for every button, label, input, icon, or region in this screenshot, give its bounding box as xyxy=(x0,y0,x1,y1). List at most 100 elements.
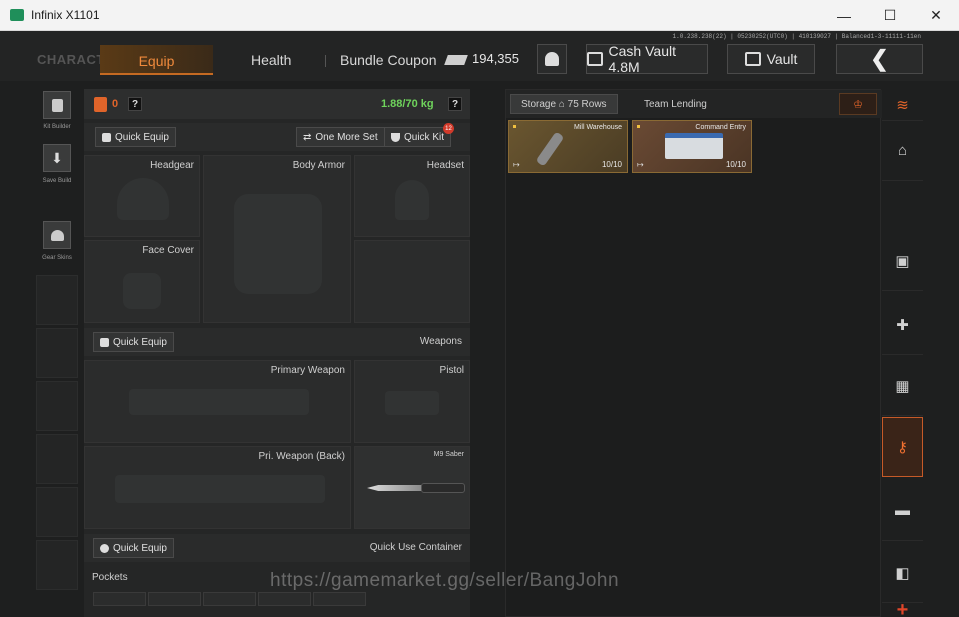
armor-silhouette xyxy=(234,194,322,294)
pocket-slot[interactable] xyxy=(313,592,366,606)
home-icon: ⌂ xyxy=(897,142,908,159)
empty-gear-slot[interactable] xyxy=(354,240,470,323)
watermark: https://gamemarket.gg/seller/BangJohn xyxy=(270,570,620,591)
quick-equip-container-button[interactable]: Quick Equip xyxy=(93,538,174,558)
quick-equip-gear-button[interactable]: Quick Equip xyxy=(95,127,176,147)
primary-weapon-slot[interactable]: Primary Weapon xyxy=(84,360,351,443)
rail-slot[interactable] xyxy=(36,328,78,378)
rail-slot[interactable] xyxy=(36,381,78,431)
gear-skins-button[interactable] xyxy=(43,221,71,249)
mask-silhouette xyxy=(123,273,161,309)
one-more-set-button[interactable]: ⇄ One More Set xyxy=(296,127,385,147)
keys-category-button[interactable]: ⚷ xyxy=(882,417,923,477)
quick-use-container-title: Quick Use Container xyxy=(369,542,462,553)
quick-equip-label: Quick Equip xyxy=(113,336,167,348)
melee-slot[interactable]: M9 Saber xyxy=(354,446,470,529)
body-armor-slot[interactable]: Body Armor xyxy=(203,155,351,323)
vault-button[interactable]: Vault xyxy=(727,44,815,74)
tab-team-lending[interactable]: Team Lending xyxy=(634,94,717,114)
save-build-button[interactable]: ⬇ xyxy=(43,144,71,172)
agent-button[interactable] xyxy=(537,44,567,74)
misc-category-button[interactable]: ◧ xyxy=(882,543,923,603)
tab-health[interactable]: Health xyxy=(251,52,291,68)
top-nav: 1.0.238.238(22) | 05230252(UTC0) | 41013… xyxy=(0,31,959,81)
build-info: 1.0.238.238(22) | 05230252(UTC0) | 41013… xyxy=(672,33,921,40)
face-cover-slot[interactable]: Face Cover xyxy=(84,240,200,323)
box-icon: ◧ xyxy=(895,564,910,582)
knife-handle xyxy=(421,483,465,493)
cash-category-button[interactable]: ▬ xyxy=(882,481,923,541)
list-icon xyxy=(100,337,109,347)
plus-icon: + xyxy=(896,598,909,617)
storage-panel: Storage ⌂ 75 Rows Team Lending ♔ Mill Wa… xyxy=(505,89,882,617)
gear-skins-label: Gear Skins xyxy=(42,255,72,261)
app-window: Infinix X1101 — ☐ ✕ 1.0.238.238(22) | 05… xyxy=(0,0,959,617)
ammo-category-button[interactable]: ▦ xyxy=(882,356,923,416)
pocket-slot[interactable] xyxy=(258,592,311,606)
consumables-category-button[interactable]: ✚ xyxy=(882,295,923,355)
rail-slot[interactable] xyxy=(36,434,78,484)
body-armor-label: Body Armor xyxy=(292,160,345,171)
rail-slot[interactable] xyxy=(36,275,78,325)
weapons-title: Weapons xyxy=(419,336,462,347)
save-build-label: Save Build xyxy=(42,178,72,184)
filter-button[interactable]: ♔ xyxy=(839,93,877,115)
stack-icon: ≋ xyxy=(896,96,909,114)
cash-vault-button[interactable]: Cash Vault 4.8M xyxy=(586,43,708,75)
tab-divider xyxy=(325,55,326,67)
tab-bundle-coupon[interactable]: Bundle Coupon xyxy=(340,52,437,68)
pri-weapon-back-label: Pri. Weapon (Back) xyxy=(258,451,345,462)
quick-kit-button[interactable]: Quick Kit 12 xyxy=(384,123,455,147)
gear-category-button[interactable]: ▣ xyxy=(882,231,923,291)
pri-weapon-back-slot[interactable]: Pri. Weapon (Back) xyxy=(84,446,351,529)
kit-builder-button[interactable] xyxy=(43,91,71,119)
cash-vault-label: Cash Vault 4.8M xyxy=(608,43,676,75)
rail-slot[interactable] xyxy=(36,487,78,537)
window-titlebar: Infinix X1101 — ☐ ✕ xyxy=(0,0,959,31)
storage-header: Storage ⌂ 75 Rows Team Lending ♔ xyxy=(506,90,882,118)
helmet-silhouette xyxy=(117,178,169,220)
pistol-slot[interactable]: Pistol xyxy=(354,360,470,443)
vault-label: Vault xyxy=(766,51,798,67)
storage-item[interactable]: Command Entry ↦ 10/10 xyxy=(632,120,752,173)
storage-item[interactable]: Mill Warehouse ↦ 10/10 xyxy=(508,120,628,173)
item-name: Command Entry xyxy=(695,124,746,131)
all-items-button[interactable]: ⌂ xyxy=(882,121,923,181)
quick-kit-label: Quick Kit xyxy=(404,131,445,143)
quick-equip-weapons-button[interactable]: Quick Equip xyxy=(93,332,174,352)
chevron-left-icon: ❮ xyxy=(870,46,889,71)
headset-slot[interactable]: Headset xyxy=(354,155,470,237)
close-button[interactable]: ✕ xyxy=(913,0,959,31)
minimize-button[interactable]: — xyxy=(821,0,867,31)
back-button[interactable]: ❮ xyxy=(836,44,923,74)
weight-help-icon[interactable]: ? xyxy=(448,97,462,111)
item-count: 10/10 xyxy=(601,160,622,169)
rarity-dot xyxy=(513,125,516,128)
headgear-slot[interactable]: Headgear xyxy=(84,155,200,237)
headset-silhouette xyxy=(395,180,429,220)
filter-icon: ♔ xyxy=(853,98,863,111)
item-count: 10/10 xyxy=(725,160,746,169)
backpack-icon xyxy=(94,97,107,112)
tab-storage[interactable]: Storage ⌂ 75 Rows xyxy=(510,94,618,114)
tab-equip[interactable]: Equip xyxy=(100,45,213,75)
pocket-slot[interactable] xyxy=(93,592,146,606)
bag-count: 0 xyxy=(112,98,119,110)
vault-icon xyxy=(744,52,761,66)
rifle-silhouette xyxy=(129,389,309,415)
quick-use-toolbar: Quick Equip Quick Use Container xyxy=(84,534,470,562)
pocket-slot[interactable] xyxy=(148,592,201,606)
item-name: Mill Warehouse xyxy=(574,124,622,131)
add-button[interactable]: + xyxy=(882,599,923,617)
rail-slot[interactable] xyxy=(36,540,78,590)
money-display: 194,355 xyxy=(444,51,519,66)
container-icon xyxy=(100,543,109,553)
pocket-slot[interactable] xyxy=(203,592,256,606)
exit-icon: ↦ xyxy=(513,160,520,169)
sort-button[interactable]: ≋ xyxy=(882,89,923,121)
help-icon[interactable]: ? xyxy=(128,97,142,111)
agent-icon xyxy=(545,52,559,66)
rifle-back-silhouette xyxy=(115,475,325,503)
download-icon: ⬇ xyxy=(51,149,63,166)
maximize-button[interactable]: ☐ xyxy=(867,0,913,31)
